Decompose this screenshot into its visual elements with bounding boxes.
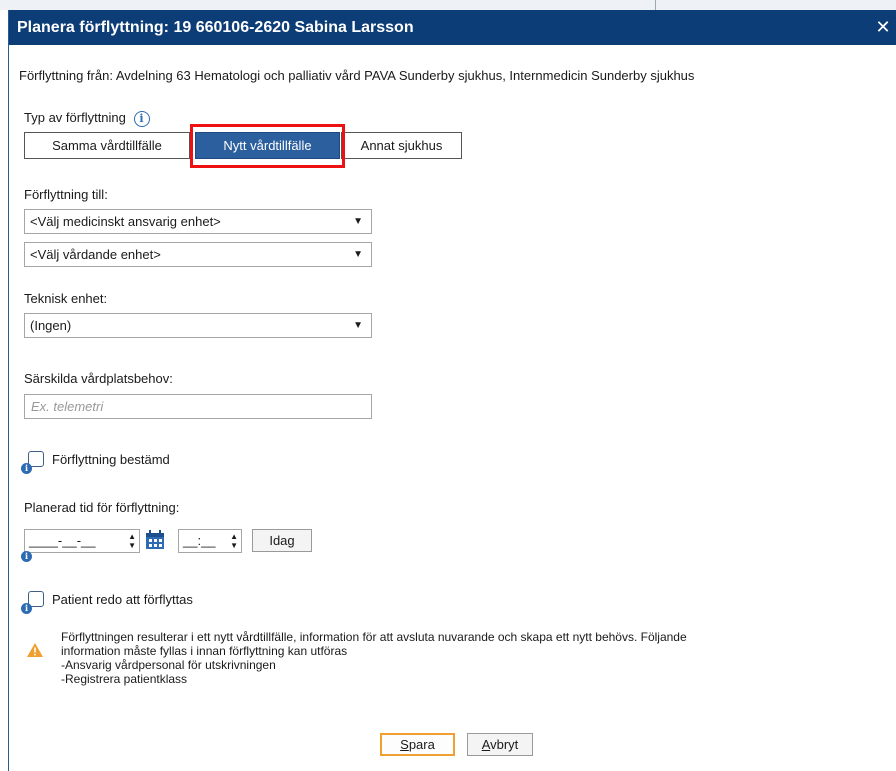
background-strip <box>0 0 896 10</box>
spinner-arrows-icon[interactable]: ▲ ▼ <box>230 532 238 550</box>
warning-line: -Ansvarig vårdpersonal för utskrivningen <box>61 658 276 672</box>
dropdown-arrow-icon: ▼ <box>353 216 363 227</box>
patient-ready-label: Patient redo att förflyttas <box>52 592 193 607</box>
spinner-arrows-icon[interactable]: ▲ ▼ <box>128 532 136 550</box>
planned-time-label: Planerad tid för förflyttning: <box>24 500 180 515</box>
close-icon[interactable]: ✕ <box>869 10 896 45</box>
special-needs-input[interactable]: Ex. telemetri <box>24 394 372 419</box>
dialog-title: Planera förflyttning: 19 660106-2620 Sab… <box>17 19 414 36</box>
time-stepper[interactable]: __:__ ▲ ▼ <box>178 529 242 553</box>
technical-unit-label: Teknisk enhet: <box>24 291 108 306</box>
background-divider <box>655 0 656 10</box>
today-button[interactable]: Idag <box>252 529 312 552</box>
save-button-mnemonic: S <box>400 737 409 752</box>
save-button[interactable]: Spara <box>380 733 455 756</box>
dropdown-arrow-icon: ▼ <box>353 249 363 260</box>
highlight-box <box>190 124 345 168</box>
cancel-button-label: vbryt <box>490 737 519 752</box>
time-value: __:__ <box>183 533 216 548</box>
save-button-label: para <box>408 737 435 752</box>
date-stepper[interactable]: ____-__-__ ▲ ▼ <box>24 529 140 553</box>
cancel-button[interactable]: Avbryt <box>467 733 533 756</box>
date-value: ____-__-__ <box>29 533 96 548</box>
warning-line: -Registrera patientklass <box>61 672 188 686</box>
transfer-from-text: Förflyttning från: Avdelning 63 Hematolo… <box>19 68 695 83</box>
warning-line: information måste fyllas i innan förflyt… <box>61 644 348 658</box>
transfer-type-label: Typ av förflyttning i <box>24 110 150 127</box>
dropdown-arrow-icon: ▼ <box>353 320 363 331</box>
info-icon[interactable]: i <box>133 111 150 127</box>
technical-unit-select[interactable]: (Ingen) ▼ <box>24 313 372 338</box>
transfer-decided-label: Förflyttning bestämd <box>52 452 170 467</box>
medical-unit-select[interactable]: <Välj medicinskt ansvarig enhet> ▼ <box>24 209 372 234</box>
technical-unit-select-value: (Ingen) <box>30 318 72 333</box>
calendar-icon[interactable] <box>144 529 166 551</box>
cancel-button-mnemonic: A <box>481 737 491 752</box>
care-unit-select-value: <Välj vårdande enhet> <box>30 247 161 262</box>
plan-transfer-dialog: Planera förflyttning: 19 660106-2620 Sab… <box>8 10 896 771</box>
warning-line: Förflyttningen resulterar i ett nytt vår… <box>61 630 687 644</box>
info-icon: i <box>21 463 32 474</box>
medical-unit-select-value: <Välj medicinskt ansvarig enhet> <box>30 214 221 229</box>
transfer-to-label: Förflyttning till: <box>24 187 108 202</box>
warning-icon <box>27 643 43 657</box>
dialog-title-bar: Planera förflyttning: 19 660106-2620 Sab… <box>9 10 896 45</box>
info-icon: i <box>21 603 32 614</box>
warning-message: Förflyttningen resulterar i ett nytt vår… <box>61 630 687 686</box>
special-needs-label: Särskilda vårdplatsbehov: <box>24 371 173 386</box>
info-icon: i <box>21 551 32 562</box>
care-unit-select[interactable]: <Välj vårdande enhet> ▼ <box>24 242 372 267</box>
tab-other-hospital[interactable]: Annat sjukhus <box>341 132 462 159</box>
tab-same-care-episode[interactable]: Samma vårdtillfälle <box>24 132 190 159</box>
transfer-type-label-text: Typ av förflyttning <box>24 110 126 125</box>
